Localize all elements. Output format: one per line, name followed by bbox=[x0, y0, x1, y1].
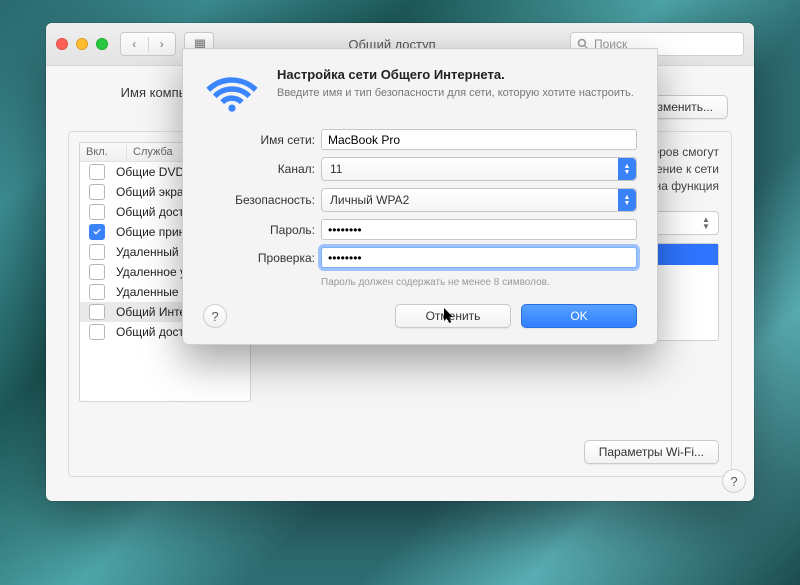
ssid-label: Имя сети: bbox=[203, 133, 321, 147]
ssid-input[interactable] bbox=[321, 129, 637, 150]
service-checkbox[interactable] bbox=[89, 304, 105, 320]
password-label: Пароль: bbox=[203, 223, 321, 237]
cancel-button[interactable]: Отменить bbox=[395, 304, 511, 328]
sheet-title: Настройка сети Общего Интернета. bbox=[277, 67, 634, 82]
verify-label: Проверка: bbox=[203, 251, 321, 265]
chevrons-icon: ▲▼ bbox=[618, 158, 636, 180]
sheet-help-button[interactable]: ? bbox=[203, 304, 227, 328]
close-window-button[interactable] bbox=[56, 38, 68, 50]
channel-value: 11 bbox=[330, 162, 342, 176]
sheet-footer: ? Отменить OK bbox=[203, 304, 637, 328]
ok-button[interactable]: OK bbox=[521, 304, 637, 328]
service-checkbox[interactable] bbox=[89, 244, 105, 260]
channel-select[interactable]: 11 ▲▼ bbox=[321, 157, 637, 181]
channel-label: Канал: bbox=[203, 162, 321, 176]
wifi-config-sheet: Настройка сети Общего Интернета. Введите… bbox=[182, 48, 658, 345]
service-checkbox[interactable] bbox=[89, 224, 105, 240]
nav-back-forward[interactable]: ‹ › bbox=[120, 32, 176, 56]
service-checkbox[interactable] bbox=[89, 324, 105, 340]
minimize-window-button[interactable] bbox=[76, 38, 88, 50]
chevron-right-icon[interactable]: › bbox=[149, 37, 176, 51]
security-value: Личный WPA2 bbox=[330, 193, 409, 207]
chevrons-icon: ▲▼ bbox=[618, 189, 636, 211]
security-select[interactable]: Личный WPA2 ▲▼ bbox=[321, 188, 637, 212]
verify-input[interactable] bbox=[321, 247, 637, 268]
sheet-subtitle: Введите имя и тип безопасности для сети,… bbox=[277, 86, 634, 101]
col-service: Служба bbox=[127, 143, 179, 161]
security-label: Безопасность: bbox=[203, 193, 321, 207]
stepper-icon: ▲▼ bbox=[702, 215, 714, 231]
zoom-window-button[interactable] bbox=[96, 38, 108, 50]
sheet-form: Имя сети: Канал: 11 ▲▼ Безопасность: Лич… bbox=[203, 129, 637, 288]
chevron-left-icon[interactable]: ‹ bbox=[121, 37, 149, 51]
password-input[interactable] bbox=[321, 219, 637, 240]
service-checkbox[interactable] bbox=[89, 204, 105, 220]
service-checkbox[interactable] bbox=[89, 284, 105, 300]
service-checkbox[interactable] bbox=[89, 164, 105, 180]
wifi-icon bbox=[203, 67, 261, 113]
window-controls bbox=[56, 38, 108, 50]
service-checkbox[interactable] bbox=[89, 264, 105, 280]
sheet-header: Настройка сети Общего Интернета. Введите… bbox=[203, 67, 637, 113]
col-on: Вкл. bbox=[80, 143, 127, 161]
help-button[interactable]: ? bbox=[722, 469, 746, 493]
password-hint: Пароль должен содержать не менее 8 симво… bbox=[321, 277, 637, 288]
service-checkbox[interactable] bbox=[89, 184, 105, 200]
wifi-options-button[interactable]: Параметры Wi-Fi... bbox=[584, 440, 719, 464]
